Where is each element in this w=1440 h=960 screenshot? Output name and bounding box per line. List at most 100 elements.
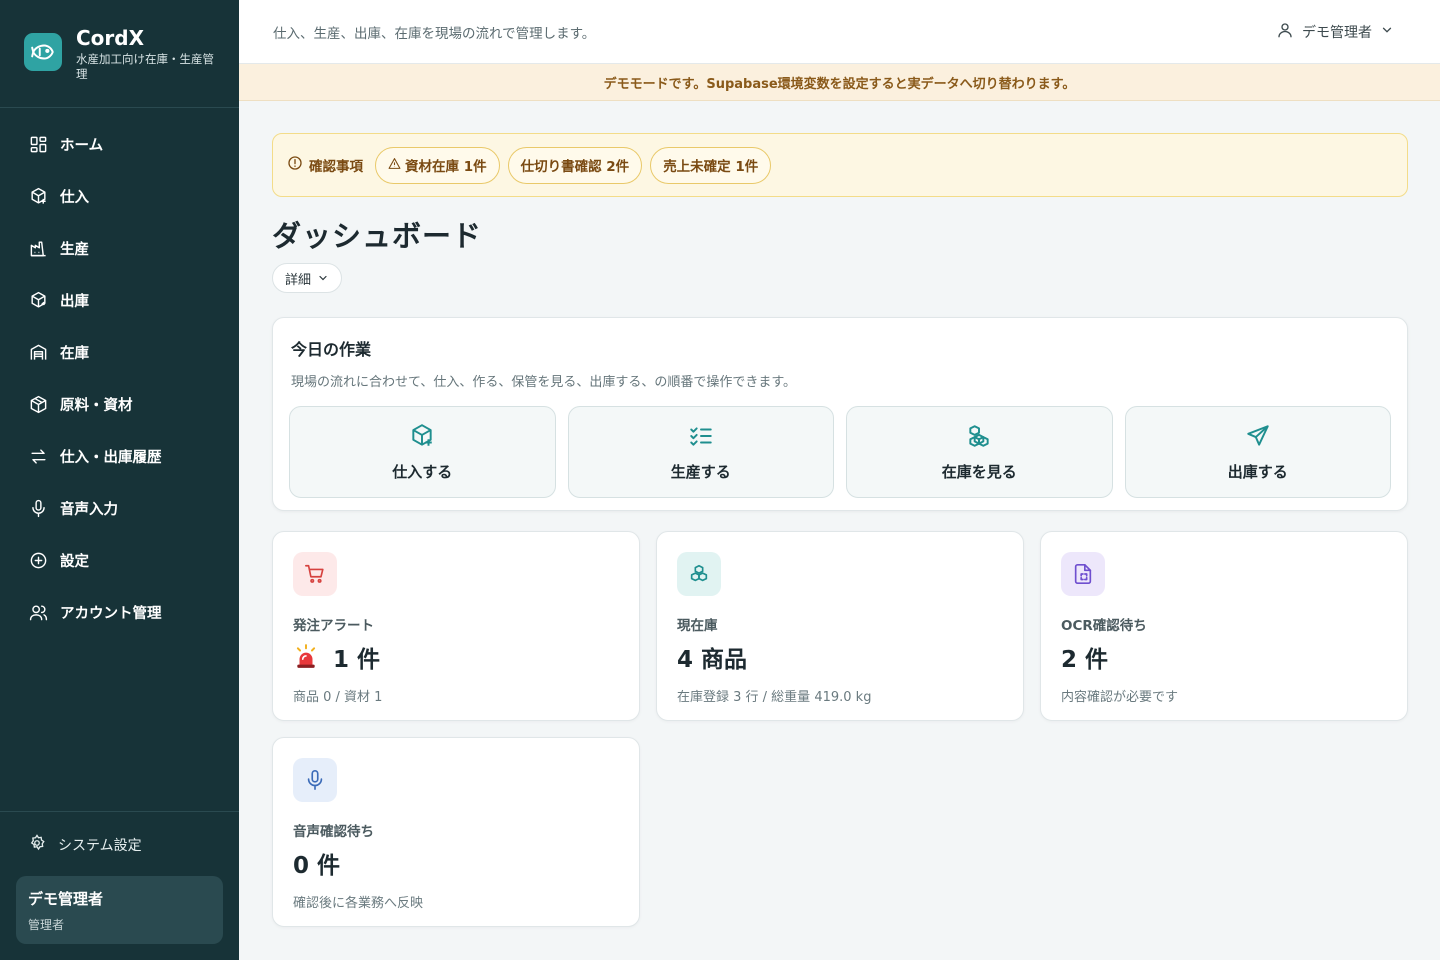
- sidebar-item-settings[interactable]: 設定: [0, 534, 239, 586]
- sidebar-item-materials[interactable]: 原料・資材: [0, 378, 239, 430]
- sidebar-nav: ホーム 仕入 生産 出庫 在庫 原料・資材 仕入・出庫履歴 音声入力 設定 アカ…: [0, 108, 239, 638]
- card-sub: 商品 0 / 資材 1: [293, 690, 383, 705]
- sidebar-footer: システム設定 デモ管理者 管理者: [0, 811, 239, 960]
- card-ocr-pending[interactable]: OCR確認待ち 2 件 内容確認が必要です: [1040, 531, 1408, 721]
- alert-circle-icon: [287, 155, 303, 175]
- notice-title: 確認事項: [287, 155, 363, 175]
- boxes-icon: [966, 423, 992, 453]
- user-menu[interactable]: デモ管理者: [1276, 21, 1394, 43]
- topbar: 仕入、生産、出庫、在庫を現場の流れで管理します。 デモ管理者: [239, 0, 1440, 64]
- package-plus-icon: [409, 423, 435, 453]
- mic-icon: [293, 758, 337, 802]
- page-title: ダッシュボード: [272, 219, 483, 253]
- card-order-alert[interactable]: 発注アラート 1 件 商品 0 / 資材 1: [272, 531, 640, 721]
- sidebar-item-home[interactable]: ホーム: [0, 118, 239, 170]
- notice-title-label: 確認事項: [309, 159, 363, 175]
- card-value: 4 商品: [677, 647, 748, 673]
- notice-pill-sales[interactable]: 売上未確定 1件: [650, 146, 772, 184]
- sidebar-item-label: 出庫: [60, 293, 89, 310]
- sidebar-item-production[interactable]: 生産: [0, 222, 239, 274]
- action-label: 生産する: [670, 462, 731, 481]
- gear-icon: [28, 834, 46, 856]
- action-shipping-button[interactable]: 出庫する: [1124, 406, 1391, 498]
- sidebar-item-voice[interactable]: 音声入力: [0, 482, 239, 534]
- sidebar-item-label: 仕入・出庫履歴: [60, 449, 162, 466]
- brand-subtitle: 水産加工向け在庫・生産管理: [76, 52, 214, 81]
- sidebar-item-label: 在庫: [60, 345, 89, 362]
- factory-icon: [28, 238, 48, 258]
- notice-pill-label: 資材在庫 1件: [405, 159, 487, 175]
- action-label: 仕入する: [392, 462, 453, 481]
- today-title: 今日の作業: [291, 340, 372, 359]
- action-label: 在庫を見る: [941, 462, 1017, 481]
- notice-pill-materials[interactable]: 資材在庫 1件: [375, 146, 500, 184]
- mic-icon: [28, 498, 48, 518]
- sidebar-item-label: アカウント管理: [60, 605, 162, 622]
- grid-icon: [28, 134, 48, 154]
- list-checks-icon: [688, 423, 714, 453]
- user-name: デモ管理者: [28, 890, 104, 908]
- card-label: 音声確認待ち: [293, 824, 374, 840]
- cart-icon: [293, 552, 337, 596]
- notice-pill-label: 売上未確定 1件: [663, 159, 759, 175]
- chevron-down-icon: [319, 275, 327, 281]
- today-description: 現場の流れに合わせて、仕入、作る、保管を見る、出庫する、の順番で操作できます。: [291, 375, 797, 390]
- user-card[interactable]: デモ管理者 管理者: [16, 876, 223, 944]
- package-plus-icon: [28, 186, 48, 206]
- user-role: 管理者: [28, 918, 65, 932]
- sidebar-item-label: 音声入力: [60, 501, 118, 518]
- chevron-down-icon: [1380, 23, 1394, 41]
- detail-button-label: 詳細: [285, 272, 312, 288]
- action-label: 出庫する: [1227, 462, 1288, 481]
- topbar-description: 仕入、生産、出庫、在庫を現場の流れで管理します。: [273, 25, 596, 42]
- plus-circle-icon: [28, 550, 48, 570]
- notice-bar: 確認事項 資材在庫 1件 仕切り書確認 2件 売上未確定 1件: [272, 133, 1408, 197]
- demo-banner: デモモードです。Supabase環境変数を設定すると実データへ切り替わります。: [239, 64, 1440, 101]
- sidebar: CordX 水産加工向け在庫・生産管理 ホーム 仕入 生産 出庫 在庫 原料・資…: [0, 0, 239, 960]
- card-value: 2 件: [1061, 647, 1109, 673]
- sidebar-item-label: 原料・資材: [60, 397, 133, 414]
- sidebar-item-shipping[interactable]: 出庫: [0, 274, 239, 326]
- arrows-icon: [28, 446, 48, 466]
- sidebar-item-history[interactable]: 仕入・出庫履歴: [0, 430, 239, 482]
- action-purchase-button[interactable]: 仕入する: [289, 406, 556, 498]
- summary-cards: 発注アラート 1 件 商品 0 / 資材 1 現在庫 4 商品 在庫登録 3 行…: [272, 531, 1408, 927]
- today-actions: 仕入する 生産する 在庫を見る 出庫する: [289, 406, 1391, 498]
- siren-icon: [293, 644, 319, 670]
- users-icon: [28, 602, 48, 622]
- card-value: 1 件: [333, 647, 381, 673]
- card-label: 発注アラート: [293, 618, 374, 634]
- boxes-icon: [28, 394, 48, 414]
- system-settings-link[interactable]: システム設定: [16, 830, 223, 860]
- sidebar-item-purchase[interactable]: 仕入: [0, 170, 239, 222]
- main-content: 確認事項 資材在庫 1件 仕切り書確認 2件 売上未確定 1件 ダッシュボード …: [272, 133, 1408, 927]
- package-out-icon: [28, 290, 48, 310]
- notice-pill-invoice[interactable]: 仕切り書確認 2件: [507, 146, 643, 184]
- send-icon: [1245, 423, 1271, 453]
- brand-name: CordX: [76, 26, 145, 50]
- system-settings-label: システム設定: [58, 838, 142, 854]
- sidebar-item-label: 仕入: [60, 189, 89, 206]
- card-sub: 在庫登録 3 行 / 総重量 419.0 kg: [677, 690, 872, 705]
- card-sub: 内容確認が必要です: [1061, 690, 1179, 705]
- action-inventory-button[interactable]: 在庫を見る: [846, 406, 1113, 498]
- warning-icon: [388, 157, 401, 174]
- boxes-icon: [677, 552, 721, 596]
- sidebar-item-inventory[interactable]: 在庫: [0, 326, 239, 378]
- file-scan-icon: [1061, 552, 1105, 596]
- today-tasks-panel: 今日の作業 現場の流れに合わせて、仕入、作る、保管を見る、出庫する、の順番で操作…: [272, 317, 1408, 511]
- action-production-button[interactable]: 生産する: [567, 406, 834, 498]
- detail-button[interactable]: 詳細: [272, 263, 343, 293]
- card-value-row: 1 件: [293, 640, 619, 674]
- sidebar-item-accounts[interactable]: アカウント管理: [0, 586, 239, 638]
- warehouse-icon: [28, 342, 48, 362]
- card-current-stock[interactable]: 現在庫 4 商品 在庫登録 3 行 / 総重量 419.0 kg: [656, 531, 1024, 721]
- card-voice-pending[interactable]: 音声確認待ち 0 件 確認後に各業務へ反映: [272, 737, 640, 927]
- brand[interactable]: CordX 水産加工向け在庫・生産管理: [0, 0, 239, 108]
- card-label: 現在庫: [677, 618, 718, 634]
- sidebar-item-label: 生産: [60, 241, 89, 258]
- user-icon: [1276, 21, 1294, 43]
- notice-pill-label: 仕切り書確認 2件: [520, 159, 630, 175]
- card-sub: 確認後に各業務へ反映: [293, 896, 424, 911]
- sidebar-item-label: 設定: [60, 553, 89, 570]
